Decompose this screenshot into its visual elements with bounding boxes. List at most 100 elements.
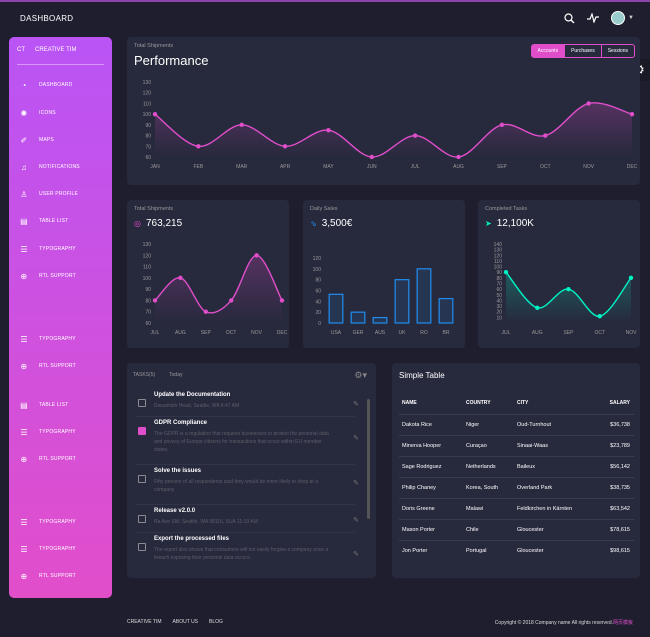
x-tick-label: UK [399,330,407,336]
task-checkbox[interactable] [138,515,146,523]
y-tick-label: 120 [143,253,152,259]
data-point[interactable] [282,144,288,149]
y-tick-label: 80 [145,298,151,304]
data-point[interactable] [196,144,201,149]
tasks-subtab[interactable]: Today [169,372,182,378]
sidebar-item-rtl-support[interactable]: ⊕ RTL SUPPORT [19,361,76,371]
tasks-scrollbar[interactable] [367,399,370,519]
data-point[interactable] [535,305,540,310]
y-tick-label: 90 [145,287,151,293]
sidebar-item-label: DASHBOARD [39,82,73,88]
sidebar-item-table-list[interactable]: ▤ TABLE LIST [19,216,68,226]
x-tick-label: NOV [626,330,638,336]
avatar[interactable] [611,11,626,25]
edit-icon[interactable]: ✎ [353,516,359,524]
x-tick-label: SEP [497,164,508,170]
y-tick-label: 80 [496,276,502,282]
task-checkbox[interactable] [138,399,146,407]
bar[interactable] [438,298,454,324]
table-cell: Netherlands [466,464,496,470]
sidebar-item-rtl-support[interactable]: ⊕ RTL SUPPORT [19,454,76,464]
x-tick-label: OCT [540,164,551,170]
y-tick-label: 60 [315,289,321,295]
footer-accent-link[interactable]: 网页模板 [613,620,633,626]
y-tick-label: 90 [496,270,502,276]
search-icon[interactable] [564,12,575,24]
pin-icon: ✐ [20,135,28,145]
y-tick-label: 110 [143,265,151,271]
tasks-tab[interactable]: TASKS(5) [133,372,155,378]
task-title: Release v2.0.0 [154,508,196,514]
bar[interactable] [350,311,366,324]
data-point[interactable] [229,298,234,303]
data-point[interactable] [203,309,208,314]
data-point[interactable] [499,122,505,128]
sidebar-logo[interactable]: CT CREATIVE TIM [17,47,76,53]
sidebar-item-dashboard[interactable]: ◔ DASHBOARD [19,80,72,90]
data-point[interactable] [503,270,509,275]
footer-link-about[interactable]: ABOUT US [173,619,198,625]
data-point[interactable] [152,298,158,303]
data-point[interactable] [178,275,183,281]
bar[interactable] [372,316,388,324]
edit-icon[interactable]: ✎ [353,550,359,558]
sidebar-item-icons[interactable]: ✺ ICONS [19,108,56,118]
sidebar-item-typography[interactable]: ☰ TYPOGRAPHY [19,517,76,527]
edit-icon[interactable]: ✎ [353,400,359,408]
task-divider [135,504,355,505]
data-point[interactable] [254,253,259,258]
data-point[interactable] [412,133,418,138]
data-point[interactable] [586,101,591,106]
x-tick-label: JUL [502,330,511,336]
y-tick-label: 40 [315,299,321,305]
y-tick-label: 130 [143,80,152,86]
world-icon: ⊕ [20,361,28,371]
bar[interactable] [416,268,432,324]
data-point[interactable] [456,154,461,160]
sidebar-item-typography[interactable]: ☰ TYPOGRAPHY [19,334,76,344]
table-row: Dakota Rice Niger Oud-Turnhout $36,738 [399,414,634,435]
sidebar-item-typography[interactable]: ☰ TYPOGRAPHY [19,544,76,554]
sidebar-item-table-list[interactable]: ▤ TABLE LIST [19,400,68,410]
x-tick-label: NOV [251,330,263,336]
table-cell: $36,738 [610,422,630,428]
bar[interactable] [394,279,410,324]
sidebar-item-typography[interactable]: ☰ TYPOGRAPHY [19,244,76,254]
task-checkbox[interactable] [138,427,146,435]
task-checkbox[interactable] [138,543,146,551]
sidebar-item-typography[interactable]: ☰ TYPOGRAPHY [19,427,76,437]
logo-short: CT [17,47,25,53]
edit-icon[interactable]: ✎ [353,479,359,487]
data-point[interactable] [628,275,634,281]
user-icon: ♙ [20,189,28,199]
settings-icon[interactable]: ⚙▾ [354,370,367,381]
data-point[interactable] [566,286,571,292]
data-point[interactable] [597,314,602,319]
footer-link-creative-tim[interactable]: CREATIVE TIM [127,619,162,625]
data-point[interactable] [279,298,285,303]
sales-chart: 0 20 40 60 80 100 120 USA GER AUS UK RO BR [313,256,454,336]
chevron-down-icon[interactable]: ▼ [628,15,634,21]
sidebar-item-maps[interactable]: ✐ MAPS [19,135,54,145]
data-point[interactable] [152,111,158,117]
y-tick-label: 100 [494,265,503,271]
sidebar-item-user-profile[interactable]: ♙ USER PROFILE [19,189,78,199]
data-point[interactable] [543,133,548,138]
edit-icon[interactable]: ✎ [353,434,359,442]
table-header-cell: COUNTRY [466,400,491,406]
navbar-brand[interactable]: DASHBOARD [20,14,73,23]
sidebar-item-rtl-support[interactable]: ⊕ RTL SUPPORT [19,571,76,581]
sidebar-item-notifications[interactable]: ♫ NOTIFICATIONS [19,162,80,172]
bar[interactable] [328,293,344,324]
table-cell: Oud-Turnhout [517,422,552,428]
sidebar-item-label: MAPS [39,137,54,143]
data-point[interactable] [629,111,635,117]
data-point[interactable] [239,122,244,128]
task-checkbox[interactable] [138,475,146,483]
bell-icon: ♫ [20,162,28,172]
data-point[interactable] [369,154,375,160]
data-point[interactable] [326,128,331,133]
notifications-icon[interactable] [587,13,600,23]
footer-link-blog[interactable]: BLOG [209,619,223,625]
sidebar-item-rtl-support[interactable]: ⊕ RTL SUPPORT [19,271,76,281]
